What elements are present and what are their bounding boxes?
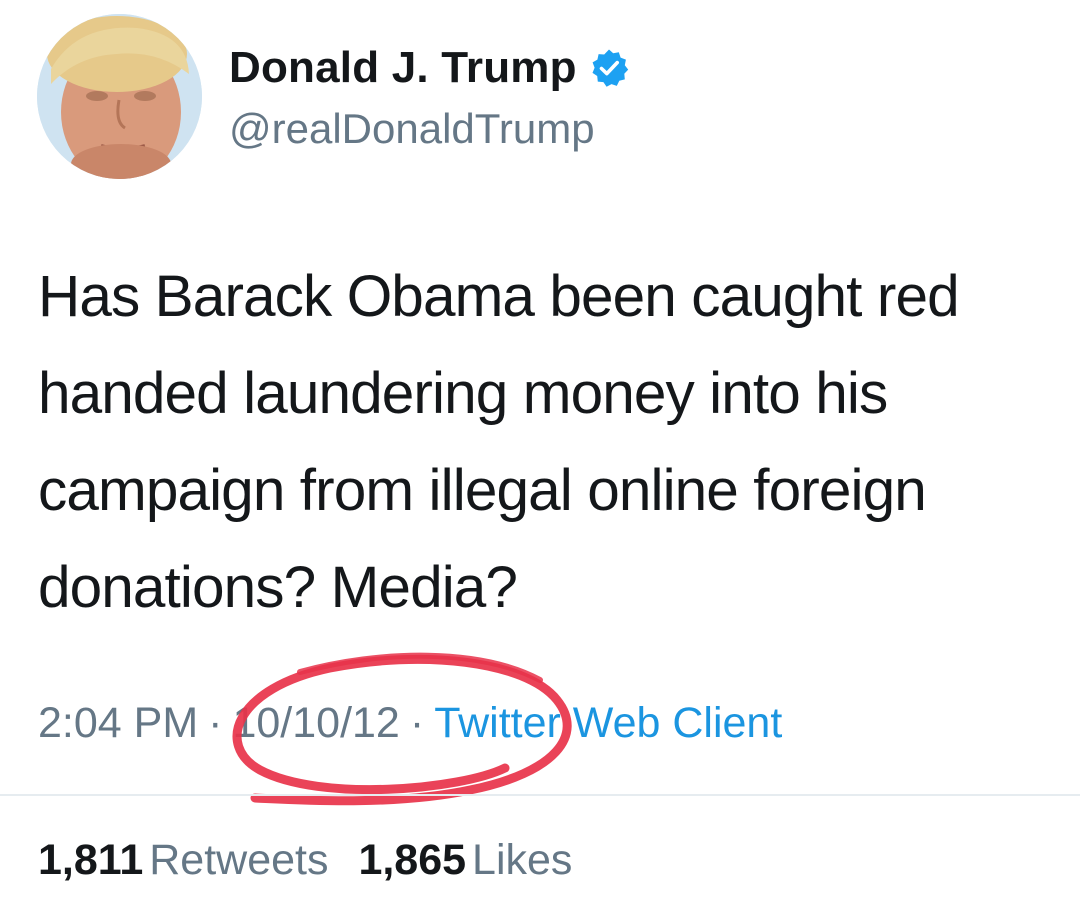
- meta-separator: ·: [208, 699, 223, 747]
- tweet-metadata: 2:04 PM · 10/10/12 · Twitter Web Client: [38, 697, 782, 749]
- stats-divider: [0, 794, 1080, 796]
- author-name-row[interactable]: Donald J. Trump: [229, 38, 629, 98]
- verified-badge-icon: [592, 49, 628, 87]
- profile-photo: [37, 14, 202, 179]
- author-handle[interactable]: @realDonaldTrump: [229, 105, 595, 153]
- tweet-date[interactable]: 10/10/12: [232, 699, 399, 747]
- retweets-count: 1,811: [38, 836, 144, 884]
- tweet-text: Has Barack Obama been caught red handed …: [38, 264, 960, 620]
- avatar[interactable]: [37, 14, 202, 179]
- author-display-name[interactable]: Donald J. Trump: [229, 43, 577, 93]
- likes-stat[interactable]: 1,865 Likes: [358, 834, 572, 886]
- tweet-header: Donald J. Trump @realDonaldTrump: [37, 14, 1037, 180]
- tweet-stats: 1,811 Retweets 1,865 Likes: [38, 834, 590, 886]
- retweets-stat[interactable]: 1,811 Retweets: [38, 834, 328, 886]
- meta-separator: ·: [409, 699, 425, 747]
- retweets-label: Retweets: [149, 836, 329, 884]
- tweet-source-link[interactable]: Twitter Web Client: [434, 699, 782, 747]
- likes-count: 1,865: [358, 836, 467, 884]
- tweet-time[interactable]: 2:04 PM: [38, 699, 198, 747]
- likes-label: Likes: [472, 836, 573, 884]
